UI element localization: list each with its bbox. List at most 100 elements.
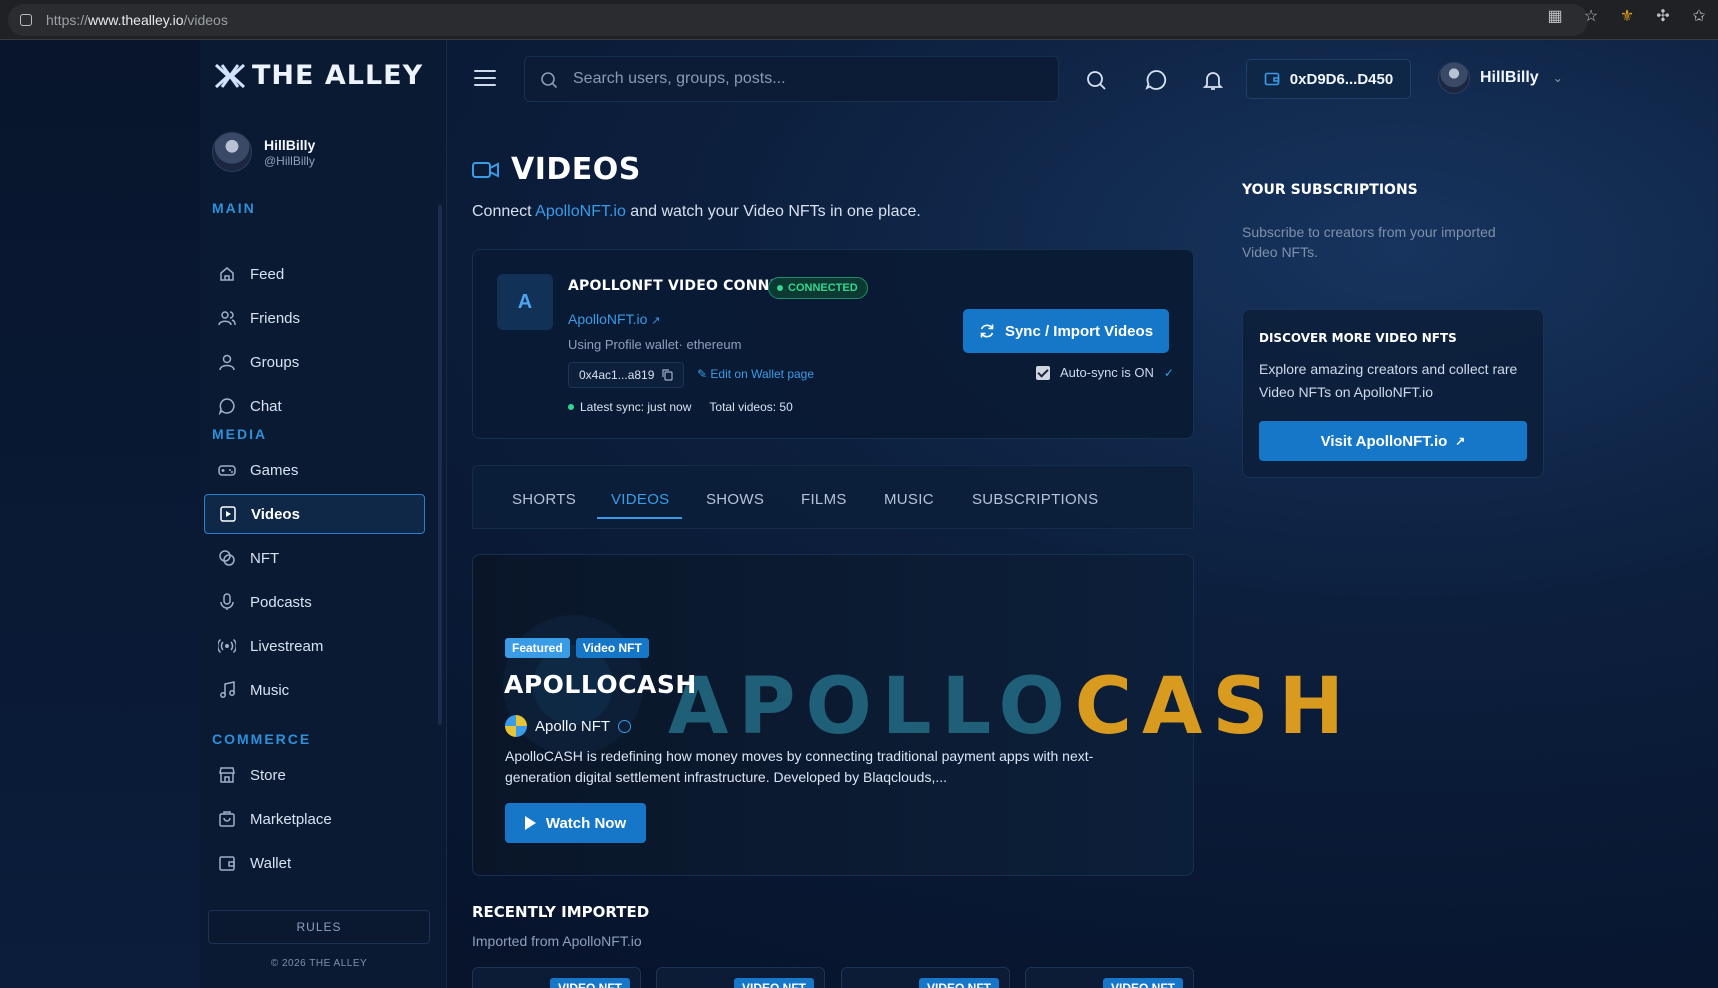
sidebar-item-livestream[interactable]: Livestream [204, 626, 425, 666]
video-nft-badge: Video NFT [575, 638, 649, 658]
refresh-icon [980, 324, 994, 338]
sidebar-item-music[interactable]: Music [204, 670, 425, 710]
sync-dot-icon [568, 404, 574, 410]
verified-icon [618, 719, 632, 733]
search-input[interactable] [573, 70, 1033, 88]
background-decoration [0, 40, 200, 988]
section-label-commerce: COMMERCE [212, 731, 312, 747]
browser-actions: ▦ ☆ ⚜ ✣ ✩ [1546, 8, 1708, 26]
pencil-icon: ✎ [697, 367, 708, 381]
sidebar-scrollbar[interactable] [438, 205, 442, 725]
hamburger-line [474, 77, 496, 79]
subscriptions-title: YOUR SUBSCRIPTIONS [1242, 182, 1418, 198]
autosync-checkbox[interactable] [1036, 365, 1050, 380]
video-nft-badge: VIDEO NFT [1102, 978, 1183, 988]
logo-text: THE ALLEY [252, 60, 424, 91]
favorites-icon[interactable]: ✩ [1690, 8, 1708, 26]
profile-name: HillBilly [264, 136, 316, 153]
sidebar-item-videos[interactable]: Videos [204, 494, 425, 534]
star-icon[interactable]: ☆ [1582, 8, 1600, 26]
home-icon [218, 265, 236, 283]
url-text[interactable]: https://www.thealley.io/videos [46, 12, 228, 28]
video-nft-badge: VIDEO NFT [549, 978, 630, 988]
wallet-icon [1264, 72, 1280, 86]
recent-video-card[interactable]: VIDEO NFT [841, 967, 1010, 988]
sync-import-button[interactable]: Sync / Import Videos [963, 309, 1169, 353]
sidebar-item-wallet[interactable]: Wallet [204, 843, 425, 883]
wallet-icon [218, 854, 236, 872]
sidebar-item-groups[interactable]: Groups [204, 342, 425, 382]
recent-video-card[interactable]: VIDEO NFT [472, 967, 641, 988]
sidebar-item-store[interactable]: Store [204, 755, 425, 795]
puzzle-icon[interactable]: ✣ [1654, 8, 1672, 26]
edit-wallet-link[interactable]: ✎ Edit on Wallet page [697, 367, 814, 381]
store-icon [218, 766, 236, 784]
connection-link[interactable]: ApolloNFT.io ↗ [568, 311, 660, 327]
wallet-address-button[interactable]: 0xD9D6...D450 [1246, 59, 1411, 99]
user-menu-name: HillBilly [1480, 69, 1539, 86]
tab-subscriptions[interactable]: SUBSCRIPTIONS [972, 491, 1098, 508]
sync-status: Latest sync: just now Total videos: 50 [568, 400, 793, 414]
search-bar[interactable] [524, 56, 1059, 102]
visit-apollonft-button[interactable]: Visit ApolloNFT.io ↗ [1259, 421, 1527, 461]
user-menu[interactable]: HillBilly ⌄ [1438, 62, 1563, 94]
watch-now-button[interactable]: Watch Now [505, 803, 646, 843]
connection-avatar: A [497, 274, 553, 330]
search-button-icon[interactable] [1085, 69, 1107, 91]
tab-shows[interactable]: SHOWS [706, 491, 764, 508]
sidebar-item-label: Friends [250, 309, 301, 327]
latest-sync: Latest sync: just now [580, 400, 692, 414]
sidebar-profile[interactable]: HillBilly @HillBilly [212, 132, 315, 172]
recent-video-card[interactable]: VIDEO NFT [656, 967, 825, 988]
recent-video-card[interactable]: VIDEO NFT [1025, 967, 1194, 988]
copyright-text: © 2026 THE ALLEY [270, 958, 368, 969]
apollonft-link[interactable]: ApolloNFT.io [535, 203, 626, 220]
brand-logo[interactable]: THE ALLEY [214, 60, 423, 91]
sidebar-item-label: Videos [251, 505, 300, 523]
sidebar-item-label: Groups [250, 353, 300, 371]
logo-mark-icon [214, 63, 246, 88]
tab-shorts[interactable]: SHORTS [512, 491, 576, 508]
autosync-toggle[interactable]: Auto-sync is ON ✓ [1036, 365, 1174, 380]
sidebar-item-podcasts[interactable]: Podcasts [204, 582, 425, 622]
extension-icon[interactable]: ▦ [1546, 8, 1564, 26]
brave-icon[interactable]: ⚜ [1618, 8, 1636, 26]
external-link-icon: ↗ [1455, 434, 1466, 448]
address-bar[interactable]: https://www.thealley.io/videos [8, 4, 1588, 36]
notifications-bell-icon[interactable] [1202, 69, 1224, 91]
recent-section-subtitle: Imported from ApolloNFT.io [472, 933, 642, 949]
sidebar-item-games[interactable]: Games [204, 450, 425, 490]
wallet-address: 0xD9D6...D450 [1289, 70, 1394, 88]
sidebar-item-marketplace[interactable]: Marketplace [204, 799, 425, 839]
autosync-label: Auto-sync is ON [1060, 365, 1154, 380]
lock-icon [20, 14, 32, 26]
status-dot-icon [777, 285, 783, 291]
gamepad-icon [218, 461, 236, 479]
tab-music[interactable]: MUSIC [884, 491, 934, 508]
messages-icon[interactable] [1145, 69, 1167, 91]
video-nft-badge: VIDEO NFT [918, 978, 999, 988]
avatar[interactable] [212, 132, 252, 172]
copy-icon[interactable] [662, 369, 674, 381]
friends-icon [218, 309, 236, 327]
tab-videos[interactable]: VIDEOS [611, 491, 669, 508]
creator-name: Apollo NFT [535, 717, 611, 735]
sidebar-item-feed[interactable]: Feed [204, 254, 425, 294]
status-badge: CONNECTED [768, 277, 868, 299]
featured-creator[interactable]: Apollo NFT [505, 715, 632, 737]
page-header: VIDEOS [472, 152, 641, 187]
sidebar-item-friends[interactable]: Friends [204, 298, 425, 338]
browser-toolbar: https://www.thealley.io/videos ▦ ☆ ⚜ ✣ ✩ [0, 0, 1718, 40]
rules-button[interactable]: RULES [208, 910, 430, 944]
microphone-icon [218, 593, 236, 611]
chevron-down-icon: ⌄ [1552, 71, 1563, 85]
sidebar-item-nft[interactable]: NFT [204, 538, 425, 578]
tab-films[interactable]: FILMS [801, 491, 847, 508]
wallet-address-chip[interactable]: 0x4ac1...a819 [568, 362, 685, 388]
connection-wallet-note: Using Profile wallet· ethereum [568, 337, 742, 352]
section-label-main: MAIN [212, 200, 256, 216]
menu-toggle-button[interactable] [474, 70, 496, 88]
check-icon: ✓ [1163, 365, 1174, 380]
sidebar-item-chat[interactable]: Chat [204, 386, 425, 426]
avatar [1438, 62, 1470, 94]
